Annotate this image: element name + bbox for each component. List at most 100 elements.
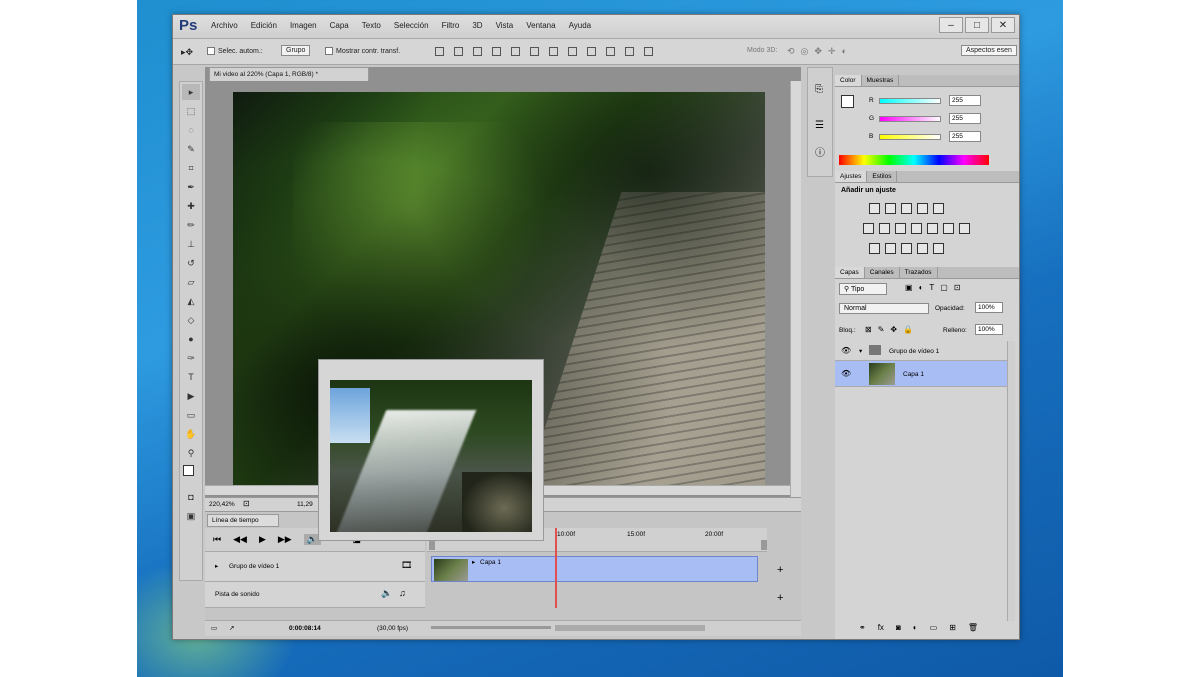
tab-layers[interactable]: Capas [835, 267, 865, 278]
distribute-right-icon[interactable] [644, 47, 653, 56]
tab-paths[interactable]: Trazados [900, 267, 938, 278]
expand-track-icon[interactable]: ▸ [215, 562, 218, 570]
dodge-tool-icon[interactable]: ● [182, 331, 200, 347]
new-layer-icon[interactable]: ⊞ [949, 623, 956, 632]
video-clip[interactable]: Capa 1 ▸ [431, 556, 758, 582]
screen-mode-icon[interactable]: ▣ [182, 508, 200, 524]
render-video-icon[interactable]: ↗ [229, 624, 234, 632]
invert-icon[interactable] [869, 243, 880, 254]
color-swatches[interactable] [182, 464, 200, 486]
work-area-start-handle[interactable] [429, 540, 435, 550]
channel-mixer-icon[interactable] [943, 223, 954, 234]
lasso-tool-icon[interactable]: ◌ [182, 122, 200, 138]
filter-smart-icon[interactable]: ⊡ [954, 283, 961, 292]
layer-mask-icon[interactable]: ◙ [896, 623, 901, 632]
go-to-first-frame-icon[interactable]: ⏮ [213, 534, 221, 545]
document-tab[interactable]: Mi video al 220% (Capa 1, RGB/8) * [209, 67, 369, 81]
info-panel-icon[interactable]: ⓘ [815, 144, 825, 159]
blue-slider[interactable] [879, 134, 941, 140]
timeline-scrollbar[interactable] [555, 625, 705, 631]
group-expand-icon[interactable]: ▾ [859, 347, 862, 355]
zoom-tool-icon[interactable]: ⚲ [182, 445, 200, 461]
posterize-icon[interactable] [885, 243, 896, 254]
close-button[interactable]: ✕ [991, 17, 1015, 33]
eraser-tool-icon[interactable]: ▱ [182, 274, 200, 290]
align-hcenter-icon[interactable] [511, 47, 520, 56]
3d-slide-icon[interactable]: ✛ [828, 46, 836, 57]
brush-tool-icon[interactable]: ✏ [182, 217, 200, 233]
path-selection-tool-icon[interactable]: ▶ [182, 388, 200, 404]
lock-position-icon[interactable]: ✥ [890, 325, 897, 334]
filter-adjustment-icon[interactable]: ◐ [919, 283, 924, 292]
blue-value[interactable]: 255 [949, 131, 981, 142]
3d-rotate-icon[interactable]: ⟲ [787, 46, 795, 57]
playhead[interactable] [555, 528, 557, 608]
track-audio[interactable]: Pista de sonido 🔈 ♫ [205, 582, 425, 608]
timeline-tab[interactable]: Línea de tiempo [207, 514, 279, 527]
distribute-vcenter-icon[interactable] [568, 47, 577, 56]
tab-adjustments[interactable]: Ajustes [835, 171, 868, 182]
tab-color[interactable]: Color [835, 75, 862, 86]
visibility-eye-icon[interactable]: 👁 [841, 369, 851, 378]
auto-select-dropdown[interactable]: Grupo [281, 45, 311, 56]
green-value[interactable]: 255 [949, 113, 981, 124]
menu-vista[interactable]: Vista [496, 21, 514, 30]
show-transform-option[interactable]: Mostrar contr. transf. [325, 47, 400, 55]
align-left-icon[interactable] [492, 47, 501, 56]
move-tool-icon[interactable]: ▸✥ [181, 47, 193, 58]
status-menu-icon[interactable]: ⊡ [243, 499, 250, 508]
gradient-fill-icon[interactable] [933, 243, 944, 254]
threshold-icon[interactable] [901, 243, 912, 254]
photo-filter-icon[interactable] [927, 223, 938, 234]
green-slider[interactable] [879, 116, 941, 122]
add-audio-button[interactable]: + [777, 592, 783, 604]
tab-styles[interactable]: Estilos [867, 171, 898, 182]
healing-brush-tool-icon[interactable]: ✚ [182, 198, 200, 214]
new-group-icon[interactable]: ▭ [930, 623, 938, 632]
minimize-button[interactable]: – [939, 17, 963, 33]
red-slider[interactable] [879, 98, 941, 104]
layer-row-group[interactable]: 👁 ▾ Grupo de vídeo 1 [835, 341, 1007, 361]
film-menu-icon[interactable]: 🎞 [401, 560, 412, 571]
menu-filtro[interactable]: Filtro [442, 21, 460, 30]
properties-panel-icon[interactable]: ☰ [815, 120, 824, 131]
layer-row-capa-1[interactable]: 👁 Capa 1 [835, 361, 1007, 387]
3d-pan-icon[interactable]: ✥ [814, 46, 822, 57]
color-lookup-icon[interactable] [959, 223, 970, 234]
maximize-button[interactable]: □ [965, 17, 989, 33]
foreground-color-swatch[interactable] [841, 95, 854, 108]
crop-tool-icon[interactable]: ⌗ [182, 160, 200, 176]
next-frame-icon[interactable]: ▶▶ [278, 534, 292, 545]
red-value[interactable]: 255 [949, 95, 981, 106]
hue-saturation-icon[interactable] [879, 223, 890, 234]
clone-stamp-tool-icon[interactable]: ⊥ [182, 236, 200, 252]
new-adjustment-icon[interactable]: ◐ [913, 623, 918, 632]
opacity-value[interactable]: 100% [975, 302, 1003, 313]
work-area-end-handle[interactable] [761, 540, 767, 550]
brightness-icon[interactable] [869, 203, 880, 214]
auto-select-checkbox[interactable] [207, 47, 215, 55]
menu-capa[interactable]: Capa [330, 21, 349, 30]
add-media-button[interactable]: + [777, 564, 783, 576]
zoom-level[interactable]: 220,42% [209, 501, 235, 508]
align-top-icon[interactable] [435, 47, 444, 56]
show-transform-checkbox[interactable] [325, 47, 333, 55]
track-video-group[interactable]: ▸ Grupo de vídeo 1 🎞 [205, 552, 425, 582]
black-white-icon[interactable] [911, 223, 922, 234]
filter-pixel-icon[interactable]: ▣ [905, 283, 913, 292]
exposure-icon[interactable] [917, 203, 928, 214]
3d-scale-icon[interactable]: ◐ [842, 46, 847, 57]
menu-archivo[interactable]: Archivo [211, 21, 238, 30]
foreground-color-swatch[interactable] [183, 465, 194, 476]
gradient-map-icon[interactable] [933, 203, 944, 214]
menu-edicion[interactable]: Edición [251, 21, 277, 30]
link-layers-icon[interactable]: ⚭ [859, 623, 866, 632]
pen-tool-icon[interactable]: ✑ [182, 350, 200, 366]
lock-transparent-icon[interactable]: ⊠ [865, 325, 872, 334]
menu-ventana[interactable]: Ventana [526, 21, 555, 30]
zoom-slider[interactable] [431, 626, 551, 629]
paint-bucket-tool-icon[interactable]: ◭ [182, 293, 200, 309]
menu-texto[interactable]: Texto [362, 21, 381, 30]
menu-imagen[interactable]: Imagen [290, 21, 317, 30]
convert-frame-icon[interactable]: ▭ [211, 624, 217, 632]
